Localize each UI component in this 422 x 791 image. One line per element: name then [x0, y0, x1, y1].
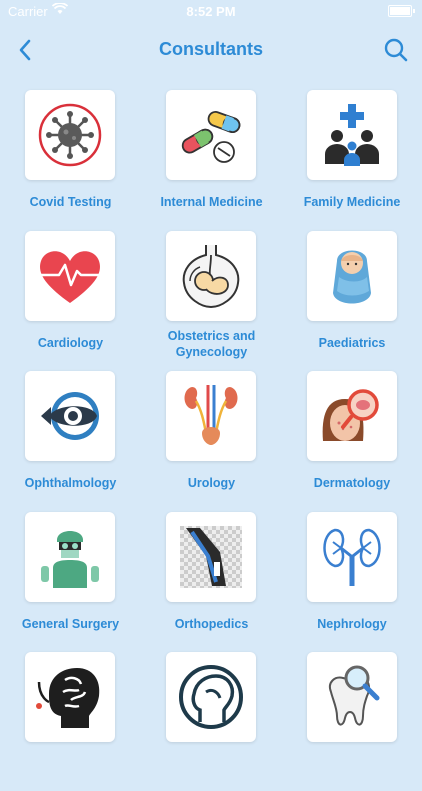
consultant-tile — [25, 652, 115, 742]
consultant-tile — [25, 230, 115, 321]
consultant-label: Cardiology — [37, 335, 104, 350]
consultant-paediatrics[interactable]: Paediatrics — [282, 229, 422, 370]
consultant-label: Orthopedics — [174, 616, 249, 631]
skin-magnifier-icon — [322, 389, 379, 441]
page-title: Consultants — [158, 39, 263, 59]
consultant-tile — [166, 230, 256, 321]
ent-head-icon — [179, 665, 243, 729]
consultant-general-surgery[interactable]: General Surgery — [0, 510, 141, 651]
consultant-orthopedics[interactable]: Orthopedics — [141, 510, 282, 651]
consultant-tile — [307, 652, 397, 742]
consultants-grid: Covid Testing Internal Medicine Family M… — [0, 88, 422, 791]
consultant-covid-testing[interactable]: Covid Testing — [0, 88, 141, 229]
consultant-label: Obstetrics and Gynecology — [167, 328, 256, 359]
consultant-tile — [307, 90, 397, 180]
virus-icon — [38, 103, 102, 167]
consultant-label: Internal Medicine — [160, 195, 263, 209]
urinary-tract-icon — [184, 385, 238, 445]
consultant-neurology[interactable] — [0, 650, 141, 791]
consultant-nephrology[interactable]: Nephrology — [282, 510, 422, 651]
status-bar: Carrier 8:52 PM — [0, 0, 422, 22]
baby-icon — [333, 250, 371, 303]
consultant-tile — [307, 511, 397, 602]
consultant-ophthalmology[interactable]: Ophthalmology — [0, 369, 141, 510]
consultant-cardiology[interactable]: Cardiology — [0, 229, 141, 370]
consultant-label: Ophthalmology — [24, 476, 117, 490]
pills-icon — [181, 111, 241, 163]
consultant-label: Covid Testing — [29, 195, 112, 209]
consultant-label: Nephrology — [317, 616, 387, 631]
consultant-tile — [307, 230, 397, 321]
consultant-label: General Surgery — [21, 616, 120, 631]
consultant-tile — [166, 90, 256, 180]
heart-icon — [40, 250, 100, 303]
search-button[interactable] — [382, 36, 410, 64]
consultant-tile — [307, 371, 397, 461]
consultant-obstetrics-gynecology[interactable]: Obstetrics and Gynecology — [141, 229, 282, 370]
consultant-tile — [25, 90, 115, 180]
consultant-tile — [25, 511, 115, 602]
consultant-urology[interactable]: Urology — [141, 369, 282, 510]
fetus-icon — [182, 244, 240, 308]
kidneys-icon — [323, 528, 381, 586]
consultant-tile — [166, 652, 256, 742]
consultant-label: Paediatrics — [318, 335, 386, 350]
consultant-family-medicine[interactable]: Family Medicine — [282, 88, 422, 229]
consultant-dentistry[interactable] — [282, 650, 422, 791]
status-time: 8:52 PM — [186, 4, 236, 19]
family-icon — [325, 104, 379, 166]
consultant-label: Family Medicine — [303, 195, 401, 209]
brain-stethoscope-icon — [36, 668, 100, 728]
consultant-label: Urology — [187, 476, 236, 490]
tooth-magnifier-icon — [329, 665, 380, 726]
eye-icon — [41, 392, 99, 440]
consultant-ent[interactable] — [141, 650, 282, 791]
consultant-dermatology[interactable]: Dermatology — [282, 369, 422, 510]
consultant-tile — [166, 511, 256, 602]
consultant-internal-medicine[interactable]: Internal Medicine — [141, 88, 282, 229]
search-icon — [384, 38, 408, 62]
consultant-tile — [25, 371, 115, 461]
knee-bone-icon — [180, 525, 242, 588]
surgeon-icon — [41, 530, 99, 588]
consultant-label: Dermatology — [313, 476, 391, 490]
navigation-bar: Consultants — [0, 30, 422, 70]
consultant-tile — [166, 371, 256, 461]
battery-icon — [388, 5, 415, 17]
